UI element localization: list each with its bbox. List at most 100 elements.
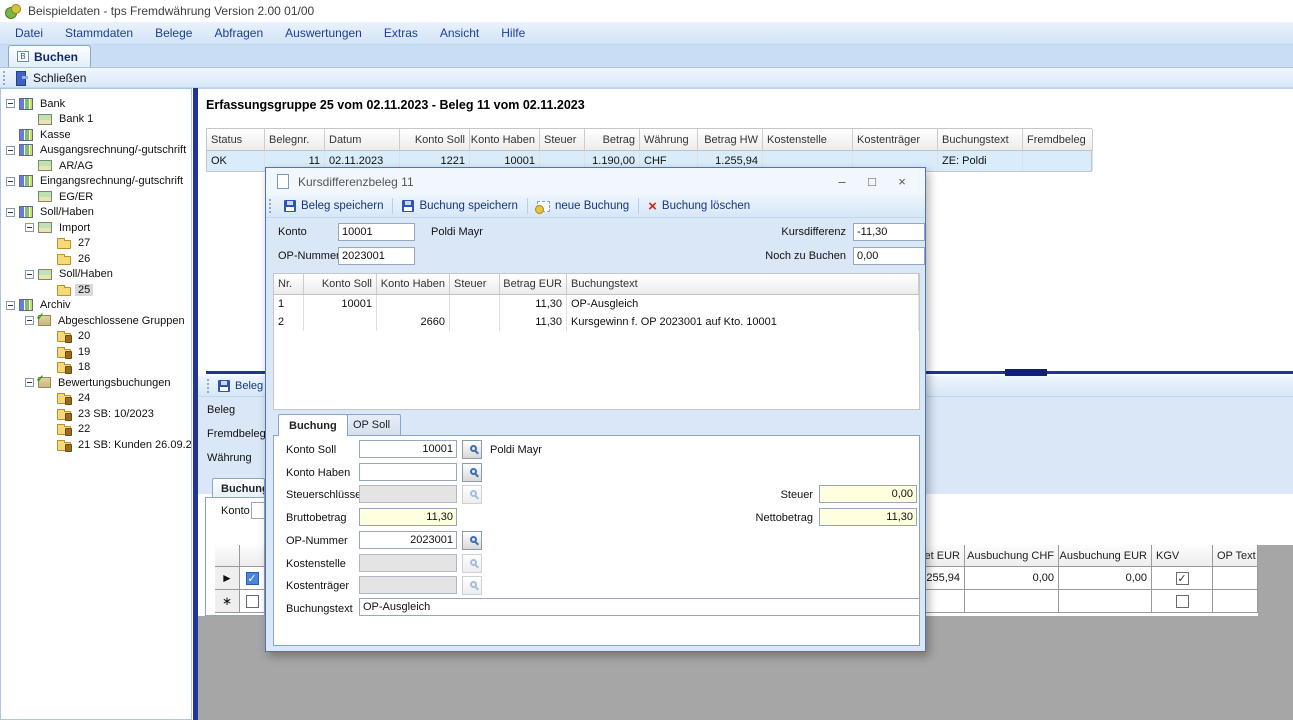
minimize-button[interactable]: – [827,174,857,189]
neue-buchung-button[interactable]: neue Buchung [530,196,636,216]
close-button[interactable]: × [887,174,917,189]
column-header[interactable]: Fremdbeleg [1023,129,1093,151]
tree-item-kasse[interactable]: Kasse [1,127,191,143]
table-row[interactable]: 255,940,000,00✓ [924,567,1258,590]
dialog-toolbar-grip[interactable] [269,199,272,213]
dialog-titlebar[interactable]: Kursdifferenzbeleg 11 – □ × [266,168,925,195]
kgv-checkbox-checked[interactable]: ✓ [1176,572,1189,585]
checkbox-checked[interactable]: ✓ [246,572,259,585]
tree-item-eg-er[interactable]: EG/ER [1,189,191,205]
tree-item-19[interactable]: 19 [1,344,191,360]
tree-item-bank[interactable]: Bank [1,96,191,112]
horizontal-splitter-grip[interactable] [1005,369,1047,376]
tree-item-soll-haben[interactable]: Soll/Haben [1,205,191,221]
column-header[interactable]: Datum [325,129,400,151]
tree-item-soll-haben[interactable]: Soll/Haben [1,267,191,283]
menu-stammdaten[interactable]: Stammdaten [54,22,144,44]
column-header[interactable]: KGV [1152,545,1213,567]
buchung-speichern-button[interactable]: Buchung speichern [395,196,524,216]
maximize-button[interactable]: □ [857,174,887,189]
table-row[interactable]: 2266011,30Kursgewinn f. OP 2023001 auf K… [274,313,919,331]
tree-expander[interactable] [6,208,15,217]
column-header[interactable]: Konto Haben [377,274,450,295]
tree-item-import[interactable]: Import [1,220,191,236]
buchung-loeschen-button[interactable]: × Buchung löschen [641,196,757,216]
checkbox-unchecked[interactable] [246,595,259,608]
close-view-button[interactable]: Schließen [11,71,90,85]
tree-expander[interactable] [6,146,15,155]
op-nummer-field[interactable]: 2023001 [338,247,415,265]
konto-haben-lookup-button[interactable] [462,463,482,482]
tree-item-ar-ag[interactable]: AR/AG [1,158,191,174]
column-header[interactable]: Status [207,129,265,151]
konto-soll-lookup-button[interactable] [462,440,482,459]
tree-item-24[interactable]: 24 [1,391,191,407]
table-row[interactable]: 11000111,30OP-Ausgleich [274,295,919,313]
tree-item-27[interactable]: 27 [1,236,191,252]
tree-expander[interactable] [25,270,34,279]
column-header[interactable]: Betrag [585,129,640,151]
tree-expander[interactable] [25,378,34,387]
menu-auswertungen[interactable]: Auswertungen [274,22,373,44]
konto-haben-field[interactable] [359,463,457,481]
tree-expander[interactable] [6,301,15,310]
konto-field-bg[interactable] [251,502,265,519]
column-header[interactable]: Betrag HW [698,129,763,151]
menu-abfragen[interactable]: Abfragen [203,22,274,44]
column-header[interactable]: Buchungstext [938,129,1023,151]
column-header[interactable]: Kostenstelle [763,129,853,151]
table-row[interactable]: ►✓ [215,567,266,590]
menu-belege[interactable]: Belege [144,22,203,44]
tree-item-20[interactable]: 20 [1,329,191,345]
column-header[interactable]: Betrag EUR [500,274,567,295]
column-header[interactable]: Ausbuchung EUR [1059,545,1152,567]
column-header[interactable]: OP Text [1213,545,1258,567]
konto-soll-field[interactable]: 10001 [359,440,457,458]
tree-expander[interactable] [25,223,34,232]
column-header[interactable]: Steuer [450,274,500,295]
menu-ansicht[interactable]: Ansicht [429,22,490,44]
column-header[interactable] [215,545,240,567]
tab-buchungen-bg[interactable]: Buchung [212,478,265,498]
column-header[interactable]: Konto Haben [470,129,540,151]
menu-extras[interactable]: Extras [373,22,429,44]
tab-op-soll[interactable]: OP Soll [342,414,401,435]
op-nummer-lookup-button[interactable] [462,531,482,550]
tree-item-eingangsrechnung-gutschrift[interactable]: Eingangsrechnung/-gutschrift [1,174,191,190]
bruttobetrag-field[interactable]: 11,30 [359,508,457,526]
table-row[interactable]: ∗ [215,590,266,613]
tree-item-18[interactable]: 18 [1,360,191,376]
column-header[interactable]: Kostenträger [853,129,938,151]
tree-expander[interactable] [25,316,34,325]
kgv-checkbox-unchecked[interactable] [1176,595,1189,608]
tree-expander[interactable] [6,99,15,108]
column-header[interactable]: Währung [640,129,698,151]
op-nummer-form-field[interactable]: 2023001 [359,531,457,549]
tree-item-ausgangsrechnung-gutschrift[interactable]: Ausgangsrechnung/-gutschrift [1,143,191,159]
toolbar-grip[interactable] [3,71,6,85]
column-header[interactable]: Nr. [274,274,304,295]
nettobetrag-field[interactable]: 11,30 [819,508,917,526]
beleg-speichern-button[interactable]: Beleg speichern [277,196,390,216]
menu-hilfe[interactable]: Hilfe [490,22,536,44]
column-header[interactable]: et EUR [924,545,965,567]
tree-expander[interactable] [6,177,15,186]
column-header[interactable]: Steuer [540,129,585,151]
tree-item-archiv[interactable]: Archiv [1,298,191,314]
column-header[interactable]: Belegnr. [265,129,325,151]
tree-item-25[interactable]: 25 [1,282,191,298]
tab-buchen[interactable]: B Buchen [8,45,91,67]
tree-item-bewertungsbuchungen[interactable]: Bewertungsbuchungen [1,375,191,391]
column-header[interactable]: Buchungstext [567,274,919,295]
tree-item-26[interactable]: 26 [1,251,191,267]
column-header[interactable]: Konto Soll [304,274,377,295]
buchungstext-field[interactable]: OP-Ausgleich [359,598,920,616]
tree-item-21-sb-kunden-26-09-20[interactable]: 21 SB: Kunden 26.09.20 [1,437,191,453]
menu-datei[interactable]: Datei [4,22,54,44]
table-row[interactable] [924,590,1258,613]
column-header[interactable] [240,545,265,567]
konto-field[interactable]: 10001 [338,223,415,241]
column-header[interactable]: Ausbuchung CHF [965,545,1059,567]
column-header[interactable]: Konto Soll [400,129,470,151]
tree-item-abgeschlossene-gruppen[interactable]: Abgeschlossene Gruppen [1,313,191,329]
